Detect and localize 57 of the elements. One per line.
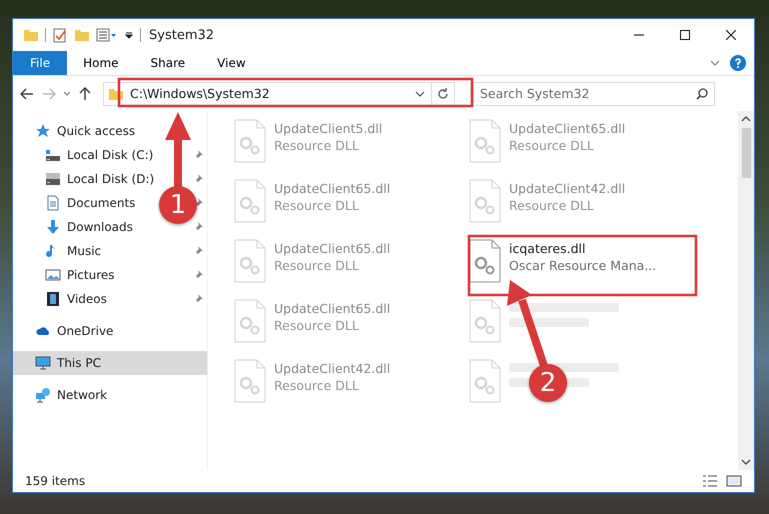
scroll-down-icon[interactable] bbox=[741, 458, 751, 466]
large-icons-view-icon[interactable] bbox=[726, 474, 742, 488]
sidebar-item[interactable]: OneDrive bbox=[35, 323, 114, 339]
address-path: C:\Windows\System32 bbox=[130, 86, 270, 101]
file-description: Resource DLL bbox=[509, 138, 595, 153]
sidebar-item[interactable]: Documents bbox=[45, 195, 136, 211]
window-title: System32 bbox=[149, 28, 214, 42]
up-arrow-icon bbox=[79, 86, 91, 100]
file-description: Resource DLL bbox=[274, 258, 360, 273]
sidebar-item-icon bbox=[45, 291, 61, 307]
sidebar-item[interactable]: Network bbox=[35, 387, 108, 403]
customize-icon[interactable] bbox=[96, 27, 118, 43]
close-icon bbox=[726, 30, 736, 40]
file-description: Resource DLL bbox=[274, 138, 360, 153]
sidebar-item-icon bbox=[45, 147, 61, 163]
file-description: Resource DLL bbox=[509, 198, 595, 213]
file-icon[interactable] bbox=[469, 239, 501, 283]
sidebar-item-icon bbox=[45, 195, 61, 211]
recent-locations-icon[interactable] bbox=[63, 90, 71, 96]
sidebar-item-icon bbox=[35, 123, 51, 139]
item-count: 159 items bbox=[25, 474, 86, 488]
scroll-up-icon[interactable] bbox=[741, 115, 751, 123]
help-icon[interactable] bbox=[730, 55, 746, 71]
sidebar-item[interactable]: Pictures bbox=[45, 267, 115, 283]
file-description: Resource DLL bbox=[274, 198, 360, 213]
file-description: Resource DLL bbox=[274, 378, 360, 393]
sidebar-item[interactable]: Quick access bbox=[35, 123, 136, 139]
ribbon-tab[interactable]: Home bbox=[67, 51, 135, 75]
file-description: Resource DLL bbox=[274, 318, 360, 333]
expand-ribbon-icon[interactable] bbox=[710, 59, 720, 67]
maximize-icon bbox=[680, 30, 690, 40]
address-bar[interactable]: C:\Windows\System32 bbox=[103, 82, 455, 106]
search-field[interactable]: Search System32 bbox=[473, 82, 715, 106]
details-view-icon[interactable] bbox=[702, 474, 718, 488]
sidebar-item-icon bbox=[45, 267, 61, 283]
properties-icon[interactable] bbox=[52, 27, 68, 43]
sidebar-item[interactable]: This PC bbox=[35, 355, 101, 371]
back-arrow-icon bbox=[20, 88, 34, 100]
ribbon-tab[interactable]: Share bbox=[134, 51, 202, 75]
sidebar-item-icon bbox=[45, 171, 61, 187]
sidebar-item[interactable]: Local Disk (C:) bbox=[45, 147, 154, 163]
sidebar-item[interactable]: Music bbox=[45, 243, 102, 259]
vertical-scrollbar[interactable] bbox=[738, 111, 754, 470]
scroll-thumb[interactable] bbox=[742, 128, 750, 178]
sidebar-item-icon bbox=[35, 355, 51, 371]
sidebar-item[interactable]: Local Disk (D:) bbox=[45, 171, 154, 187]
ribbon-tab[interactable]: View bbox=[201, 51, 262, 75]
sidebar-item-icon bbox=[45, 219, 61, 235]
sidebar-item[interactable]: Downloads bbox=[45, 219, 133, 235]
file-name[interactable]: icqateres.dll bbox=[509, 241, 656, 256]
sidebar-item-icon bbox=[35, 387, 51, 403]
sidebar-item[interactable]: Videos bbox=[45, 291, 107, 307]
folder-icon bbox=[23, 27, 39, 43]
file-description: Oscar Resource Mana... bbox=[509, 258, 656, 273]
forward-arrow-icon bbox=[42, 88, 56, 100]
dropdown-icon[interactable] bbox=[415, 90, 425, 98]
search-icon bbox=[696, 88, 708, 100]
